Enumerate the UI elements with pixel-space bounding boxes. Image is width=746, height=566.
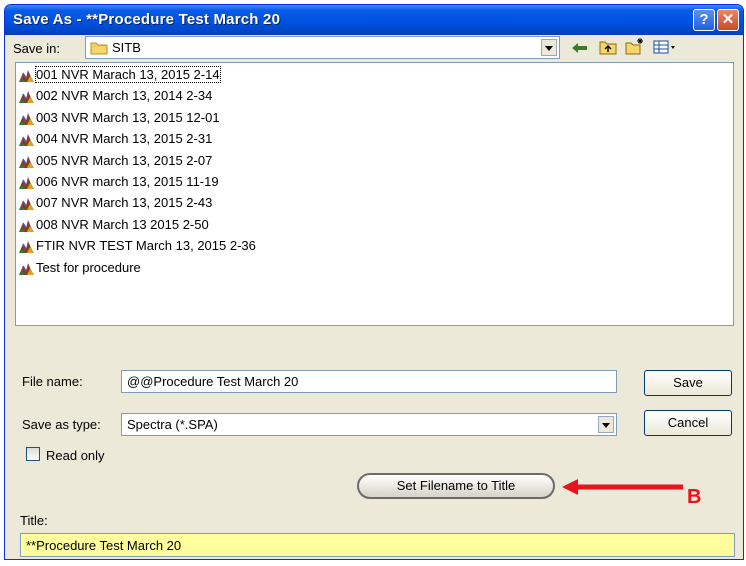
cancel-button[interactable]: Cancel	[644, 410, 732, 436]
spectrum-file-icon	[19, 262, 34, 275]
spectrum-file-icon	[19, 70, 34, 82]
save-in-value: SITB	[112, 40, 141, 55]
save-in-label: Save in:	[13, 41, 60, 56]
chevron-down-icon[interactable]	[598, 416, 614, 433]
spectrum-file-icon	[19, 91, 34, 104]
close-button[interactable]: ✕	[717, 9, 739, 31]
file-name-text: 006 NVR march 13, 2015 11-19	[36, 174, 219, 189]
file-name-text: 003 NVR March 13, 2015 12-01	[36, 109, 220, 125]
file-list[interactable]: 001 NVR Marach 13, 2015 2-14 002 NVR Marc…	[15, 62, 734, 326]
help-icon: ?	[699, 11, 709, 28]
view-menu-icon[interactable]	[653, 40, 677, 54]
chevron-down-icon[interactable]	[541, 39, 557, 56]
save-as-type-dropdown[interactable]: Spectra (*.SPA)	[121, 413, 617, 436]
spectrum-file-icon	[19, 177, 34, 189]
title-bar[interactable]: Save As - **Procedure Test March 20 ? ✕	[5, 5, 743, 35]
help-button[interactable]: ?	[693, 9, 715, 31]
dialog-title: Save As - **Procedure Test March 20	[13, 11, 281, 28]
read-only-checkbox[interactable]	[26, 447, 40, 461]
read-only-label[interactable]: Read only	[46, 448, 105, 463]
title-label: Title:	[20, 513, 48, 528]
file-name-text: FTIR NVR TEST March 13, 2015 2-36	[36, 238, 256, 254]
file-name-text: 001 NVR Marach 13, 2015 2-14	[35, 66, 221, 83]
annotation-arrow	[562, 479, 683, 495]
file-name-text: 002 NVR March 13, 2014 2-34	[36, 88, 213, 104]
folder-icon	[90, 42, 108, 55]
file-name-text: 004 NVR March 13, 2015 2-31	[36, 131, 213, 147]
save-button[interactable]: Save	[644, 370, 732, 396]
file-name-text: Test for procedure	[36, 259, 141, 275]
spectrum-file-icon	[19, 134, 34, 147]
set-filename-to-title-button[interactable]: Set Filename to Title	[357, 473, 555, 499]
file-name-label: File name:	[22, 374, 83, 389]
file-name-text: 005 NVR March 13, 2015 2-07	[36, 152, 213, 168]
close-icon: ✕	[721, 11, 735, 28]
save-in-dropdown[interactable]: SITB	[85, 36, 560, 59]
save-as-type-label: Save as type:	[22, 417, 101, 432]
new-folder-icon[interactable]	[625, 37, 645, 55]
spectrum-file-icon	[19, 219, 34, 232]
spectrum-file-icon	[19, 241, 34, 254]
file-name-text: 008 NVR March 13 2015 2-50	[36, 216, 209, 232]
back-arrow-icon[interactable]	[571, 41, 589, 55]
spectrum-file-icon	[19, 155, 34, 168]
spectrum-file-icon	[19, 198, 34, 211]
file-name-text: 007 NVR March 13, 2015 2-43	[36, 195, 213, 211]
spectrum-file-icon	[19, 112, 34, 125]
up-folder-icon[interactable]	[599, 39, 617, 55]
title-field[interactable]: **Procedure Test March 20	[20, 533, 735, 557]
file-name-field[interactable]: @@Procedure Test March 20	[121, 370, 617, 393]
save-as-dialog: Save As - **Procedure Test March 20 ? ✕ …	[4, 4, 744, 560]
annotation-label: B	[687, 486, 702, 508]
